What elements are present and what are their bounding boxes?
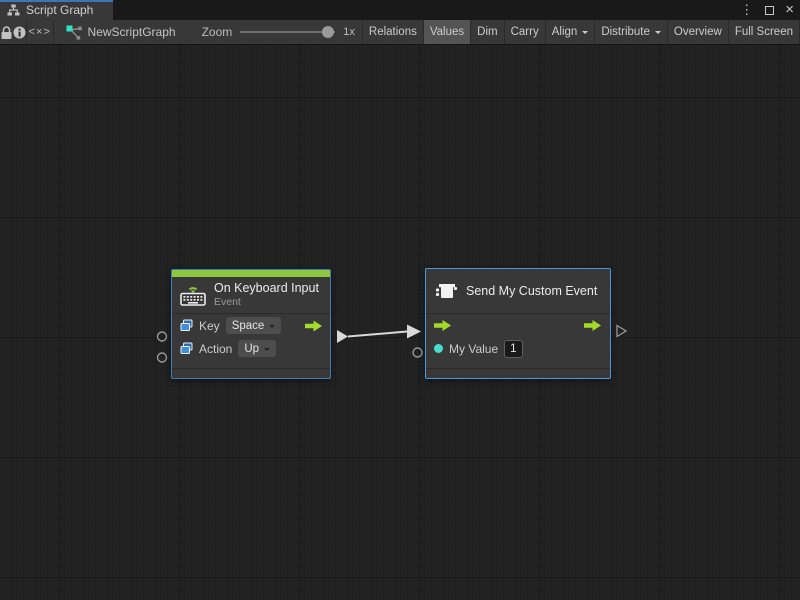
event-header-bar (172, 270, 330, 277)
node-title-block: On Keyboard Input Event (214, 281, 319, 308)
toolbar-button-align[interactable]: Align (546, 20, 596, 45)
toolbar-button-distribute[interactable]: Distribute (595, 20, 668, 45)
node-header: Send My Custom Event (426, 269, 610, 314)
key-dropdown[interactable]: Space (226, 317, 282, 334)
node-footer (172, 368, 330, 378)
zoom-label: Zoom (202, 25, 233, 39)
port-label-key: Key (199, 319, 220, 333)
zoom-control: Zoom 1x (202, 25, 362, 39)
flow-output-arrow-icon[interactable] (584, 319, 602, 332)
chevron-down-icon (264, 348, 270, 354)
zoom-slider[interactable] (240, 26, 335, 38)
node-on-keyboard-input[interactable]: On Keyboard Input Event Key Space (171, 269, 331, 379)
flow-output-arrow-icon[interactable] (305, 319, 323, 332)
zoom-slider-handle[interactable] (322, 26, 334, 38)
node-subtitle: Event (214, 296, 319, 308)
keyboard-icon (180, 284, 206, 306)
my-value-input[interactable]: 1 (504, 340, 522, 358)
port-row-my-value: My Value 1 (426, 337, 610, 360)
chevron-down-icon (655, 31, 661, 37)
script-graph-window: Script Graph ⋮ × <×> (0, 0, 800, 600)
distribute-label: Distribute (601, 26, 650, 38)
tab-label: Script Graph (26, 3, 93, 17)
key-dropdown-value: Space (232, 320, 265, 332)
input-port-my-value[interactable] (413, 348, 422, 357)
tab-script-graph[interactable]: Script Graph (0, 0, 113, 20)
toolbar-button-carry[interactable]: Carry (505, 20, 546, 45)
port-row-trigger (426, 314, 610, 337)
window-controls: ⋮ × (738, 0, 795, 20)
toolbar-button-relations[interactable]: Relations (363, 20, 424, 45)
keycode-type-icon (180, 342, 193, 355)
toolbar-button-fullscreen[interactable]: Full Screen (729, 20, 800, 45)
node-header: On Keyboard Input Event (172, 277, 330, 314)
port-label-action: Action (199, 342, 232, 356)
active-tab-indicator (0, 0, 113, 2)
port-row-key: Key Space (172, 314, 330, 337)
port-label-my-value: My Value (449, 342, 498, 356)
node-title: On Keyboard Input (214, 281, 319, 295)
script-graph-icon (66, 24, 82, 40)
align-label: Align (552, 26, 578, 38)
input-port-key[interactable] (158, 332, 167, 341)
connection-wire[interactable] (348, 332, 407, 337)
info-button[interactable] (13, 20, 26, 45)
title-bar: Script Graph ⋮ × (0, 0, 800, 20)
close-icon[interactable]: × (784, 1, 795, 19)
lock-icon (0, 25, 13, 40)
keycode-type-icon (180, 319, 193, 332)
chevron-down-icon (582, 31, 588, 37)
toolbar-button-overview[interactable]: Overview (668, 20, 729, 45)
toolbar-separator (53, 20, 54, 45)
maximize-icon[interactable] (765, 6, 774, 15)
lock-button[interactable] (0, 20, 13, 45)
value-port-dot[interactable] (434, 344, 443, 353)
action-dropdown[interactable]: Up (238, 340, 276, 357)
action-dropdown-value: Up (244, 343, 259, 355)
trigger-output-port-unconnected[interactable] (617, 326, 626, 337)
zoom-value: 1x (343, 26, 355, 38)
input-port-action[interactable] (158, 353, 167, 362)
connections-overlay (0, 45, 800, 600)
graph-name-group[interactable]: NewScriptGraph (66, 24, 176, 40)
chevron-down-icon (269, 325, 275, 331)
custom-event-icon (434, 281, 458, 301)
graph-toolbar: <×> NewScriptGraph Zoom 1x Relations Val… (0, 20, 800, 45)
window-menu-icon[interactable]: ⋮ (738, 0, 755, 20)
toolbar-button-dim[interactable]: Dim (471, 20, 504, 45)
trigger-output-port[interactable] (337, 330, 348, 343)
info-icon (13, 26, 26, 39)
graph-name-label: NewScriptGraph (88, 25, 176, 39)
graph-canvas[interactable]: On Keyboard Input Event Key Space (0, 45, 800, 600)
edit-source-button[interactable]: <×> (27, 20, 53, 45)
code-icon: <×> (29, 26, 51, 38)
node-title: Send My Custom Event (466, 284, 597, 298)
node-footer (426, 368, 610, 378)
flow-input-arrow-icon[interactable] (434, 319, 452, 332)
connection-arrowhead (407, 325, 421, 339)
port-row-action: Action Up (172, 337, 330, 360)
graph-hierarchy-icon (7, 4, 20, 16)
node-send-my-custom-event[interactable]: Send My Custom Event My Value 1 (425, 268, 611, 379)
zoom-slider-track (240, 31, 335, 33)
toolbar-button-values[interactable]: Values (424, 20, 471, 45)
